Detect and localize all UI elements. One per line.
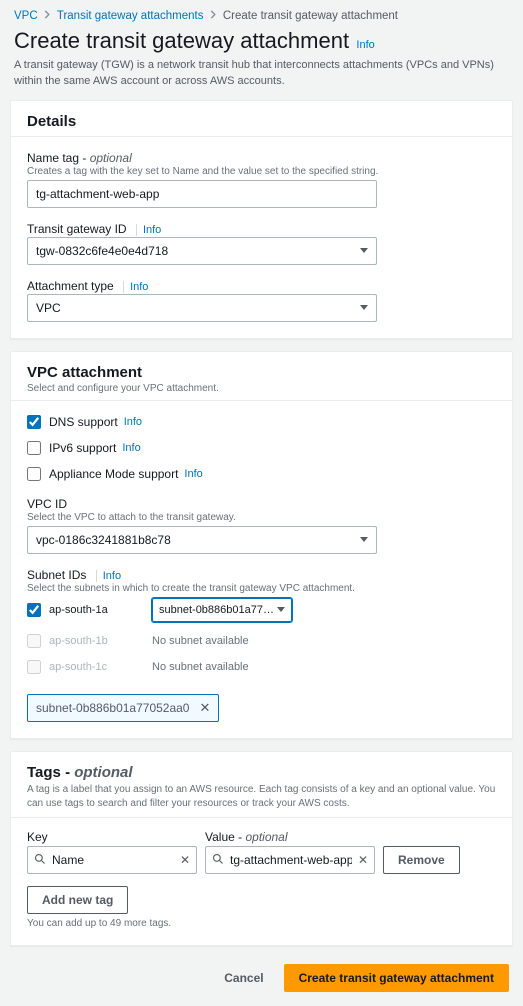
ipv6-support-label: IPv6 support [49, 441, 116, 455]
tag-key-input[interactable] [27, 846, 197, 874]
tags-desc: A tag is a label that you assign to an A… [27, 783, 496, 811]
attachment-type-label: Attachment type Info [27, 279, 496, 293]
footer-actions: Cancel Create transit gateway attachment [0, 958, 523, 1006]
breadcrumb: VPC Transit gateway attachments Create t… [0, 0, 523, 22]
attachment-type-info-link[interactable]: Info [123, 281, 148, 293]
tags-panel: Tags - optional A tag is a label that yo… [10, 751, 513, 946]
search-icon [212, 853, 224, 865]
ipv6-support-checkbox[interactable] [27, 441, 41, 455]
vpc-id-select[interactable]: vpc-0186c3241881b8c78 [27, 526, 377, 554]
tag-value-wrap: ✕ [205, 846, 375, 874]
appliance-info-link[interactable]: Info [184, 468, 202, 480]
add-new-tag-button[interactable]: Add new tag [27, 886, 128, 914]
vpc-id-value: vpc-0186c3241881b8c78 [36, 533, 171, 547]
dns-info-link[interactable]: Info [124, 416, 142, 428]
breadcrumb-tga[interactable]: Transit gateway attachments [57, 10, 204, 22]
page-desc: A transit gateway (TGW) is a network tra… [14, 58, 509, 90]
subnet-ids-label: Subnet IDs Info [27, 568, 496, 582]
vpc-id-help: Select the VPC to attach to the transit … [27, 512, 496, 523]
tag-value-input[interactable] [205, 846, 375, 874]
caret-down-icon [277, 607, 285, 612]
subnet-1c-checkbox [27, 660, 41, 674]
subnet-1c-empty: No subnet available [152, 661, 302, 673]
ipv6-info-link[interactable]: Info [122, 442, 140, 454]
subnet-1b-label: ap-south-1b [49, 635, 108, 647]
caret-down-icon [360, 248, 368, 253]
subnet-1c-label: ap-south-1c [49, 661, 107, 673]
vpc-id-label: VPC ID [27, 497, 496, 511]
vpc-attachment-title: VPC attachment [27, 364, 496, 381]
tgw-id-label: Transit gateway ID Info [27, 222, 496, 236]
subnet-1a-label: ap-south-1a [49, 604, 108, 616]
attachment-type-value: VPC [36, 301, 61, 315]
tgw-id-select[interactable]: tgw-0832c6fe4e0e4d718 [27, 237, 377, 265]
appliance-mode-checkbox[interactable] [27, 467, 41, 481]
vpc-attachment-sub: Select and configure your VPC attachment… [27, 383, 496, 394]
close-icon[interactable]: ✕ [199, 700, 210, 716]
cancel-button[interactable]: Cancel [214, 964, 273, 992]
attachment-type-select[interactable]: VPC [27, 294, 377, 322]
tags-title: Tags - optional [27, 764, 496, 781]
subnet-1b-checkbox [27, 634, 41, 648]
page-info-link[interactable]: Info [356, 39, 374, 51]
breadcrumb-vpc[interactable]: VPC [14, 10, 38, 22]
dns-support-checkbox[interactable] [27, 415, 41, 429]
tag-key-label: Key [27, 830, 197, 844]
subnet-info-link[interactable]: Info [96, 570, 121, 582]
dns-support-label: DNS support [49, 415, 118, 429]
tag-key-wrap: ✕ [27, 846, 197, 874]
subnet-ids-help: Select the subnets in which to create th… [27, 583, 496, 594]
subnet-1a-checkbox[interactable] [27, 603, 41, 617]
caret-down-icon [360, 537, 368, 542]
subnet-token: subnet-0b886b01a77052aa0 ✕ [27, 694, 219, 722]
chevron-right-icon [44, 10, 51, 22]
clear-icon[interactable]: ✕ [180, 853, 190, 867]
tgw-id-value: tgw-0832c6fe4e0e4d718 [36, 244, 168, 258]
create-button[interactable]: Create transit gateway attachment [284, 964, 509, 992]
vpc-attachment-panel: VPC attachment Select and configure your… [10, 351, 513, 739]
details-title: Details [27, 113, 496, 130]
page-title: Create transit gateway attachment [14, 28, 349, 54]
name-tag-input[interactable] [27, 180, 377, 208]
subnet-1b-empty: No subnet available [152, 635, 302, 647]
tgw-info-link[interactable]: Info [136, 224, 161, 236]
appliance-mode-label: Appliance Mode support [49, 467, 178, 481]
tag-value-label: Value - optional [205, 830, 375, 844]
name-tag-help: Creates a tag with the key set to Name a… [27, 166, 496, 177]
chevron-right-icon [210, 10, 217, 22]
clear-icon[interactable]: ✕ [358, 853, 368, 867]
name-tag-label: Name tag - optional [27, 151, 496, 165]
subnet-token-label: subnet-0b886b01a77052aa0 [36, 701, 189, 715]
details-panel: Details Name tag - optional Creates a ta… [10, 100, 513, 339]
subnet-1a-value: subnet-0b886b01a77052aa0 [159, 604, 277, 616]
breadcrumb-current: Create transit gateway attachment [223, 10, 398, 22]
tags-remaining-note: You can add up to 49 more tags. [27, 918, 496, 929]
caret-down-icon [360, 305, 368, 310]
remove-tag-button[interactable]: Remove [383, 846, 460, 874]
search-icon [34, 853, 46, 865]
subnet-1a-select[interactable]: subnet-0b886b01a77052aa0 [152, 598, 292, 622]
